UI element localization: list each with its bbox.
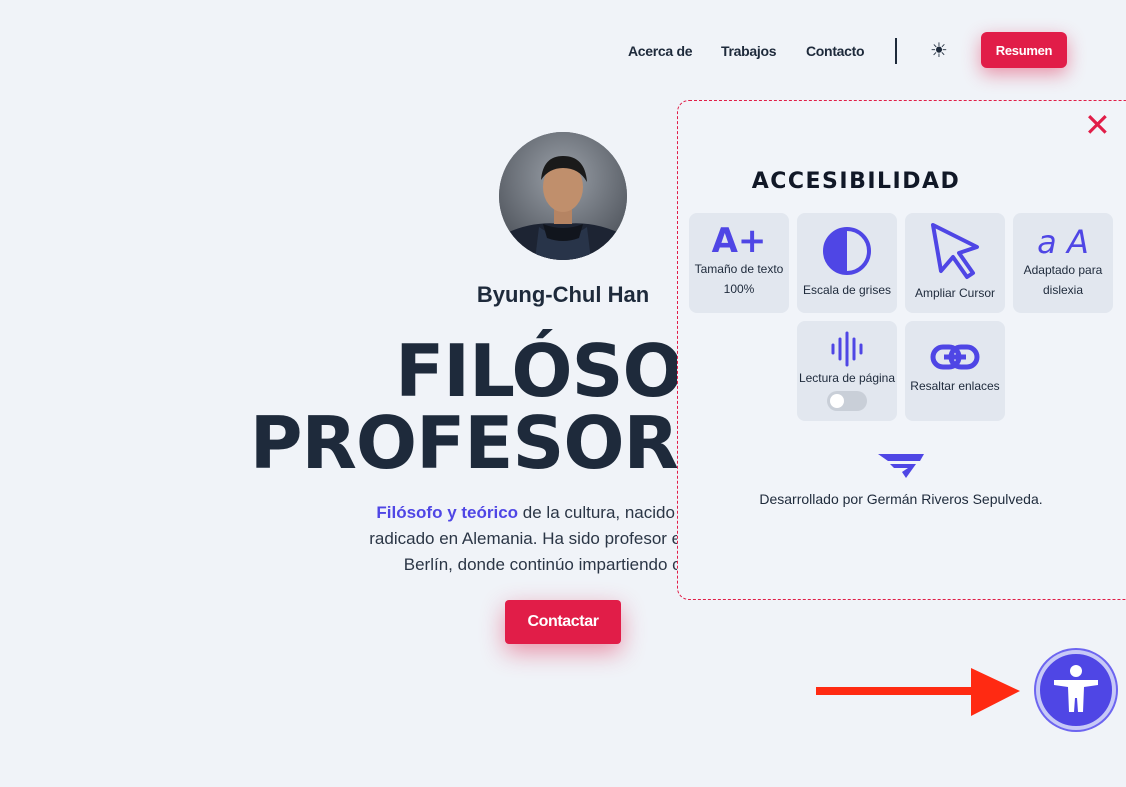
sun-icon[interactable]: ☀: [928, 40, 950, 62]
text-size-label: Tamaño de texto: [694, 262, 784, 276]
text-size-tile[interactable]: A+ Tamaño de texto 100%: [689, 213, 789, 313]
nav-link-about[interactable]: Acerca de: [628, 43, 693, 59]
nav-link-contact[interactable]: Contacto: [806, 43, 865, 59]
developer-credit: Desarrollado por Germán Riveros Sepulved…: [759, 491, 1043, 507]
red-arrow-annotation: [816, 668, 1020, 716]
link-icon: [930, 344, 980, 370]
highlight-links-label: Resaltar enlaces: [910, 379, 1000, 393]
dyslexia-label-1: Adaptado para: [1023, 263, 1103, 277]
nav-divider: [895, 38, 897, 64]
accessibility-person-icon: [1054, 665, 1098, 712]
contrast-icon: [823, 227, 871, 275]
resume-button[interactable]: Resumen: [981, 32, 1067, 68]
highlight-links-tile[interactable]: Resaltar enlaces: [905, 321, 1005, 421]
avatar: [499, 132, 627, 260]
toggle-knob: [830, 394, 844, 408]
nav-link-works[interactable]: Trabajos: [721, 43, 776, 59]
dyslexia-tile[interactable]: a A Adaptado para dislexia: [1013, 213, 1113, 313]
developer-logo-icon: [878, 454, 924, 478]
hero-description-highlight: Filósofo y teórico: [376, 503, 519, 522]
accessibility-button[interactable]: [1036, 650, 1116, 730]
grayscale-label: Escala de grises: [802, 283, 892, 297]
dyslexia-label-2: dislexia: [1042, 283, 1084, 297]
audio-wave-icon: [831, 331, 863, 367]
cursor-tile[interactable]: Ampliar Cursor: [905, 213, 1005, 313]
cursor-icon: [931, 223, 979, 279]
text-size-icon: A+: [711, 221, 767, 261]
top-navigation: Acerca de Trabajos Contacto ☀ Resumen: [0, 0, 1126, 100]
contact-button[interactable]: Contactar: [505, 600, 621, 644]
dyslexia-icon: a A: [1037, 223, 1089, 261]
close-icon[interactable]: ✕: [1084, 109, 1111, 141]
cursor-label: Ampliar Cursor: [914, 286, 995, 300]
text-size-value: 100%: [723, 282, 755, 296]
hero-description-line-3: Berlín, donde continúo impartiendo curso…: [403, 555, 723, 574]
page-reading-label: Lectura de página: [798, 371, 896, 385]
accessibility-title: ACCESIBILIDAD: [751, 169, 961, 194]
page-reading-tile[interactable]: Lectura de página: [797, 321, 897, 421]
grayscale-tile[interactable]: Escala de grises: [797, 213, 897, 313]
page-reading-toggle[interactable]: [827, 391, 867, 411]
